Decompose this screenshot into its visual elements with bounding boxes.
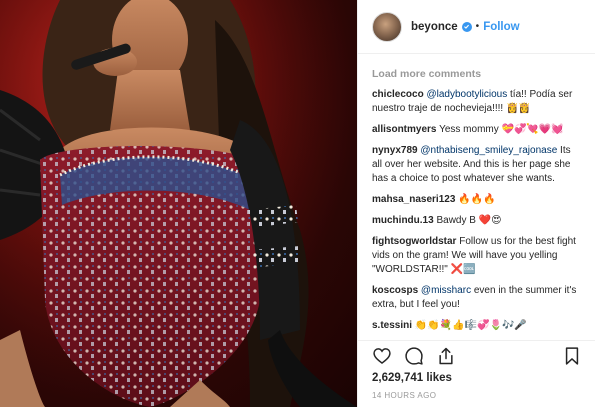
comment-text: Bawdy B — [433, 215, 479, 226]
comment-item: chiclecoco @ladybootylicious tía!! Podía… — [372, 88, 581, 116]
comment-mention[interactable]: @missharc — [421, 285, 471, 296]
comment-emoji: 🔥🔥🔥 — [458, 194, 496, 205]
comments-list: Load more comments chiclecoco @ladybooty… — [358, 54, 595, 339]
header-separator: • — [475, 21, 480, 32]
comment-emoji: ❌🆒 — [450, 264, 476, 275]
comment-mention[interactable]: @nthabiseng_smiley_rajonase — [420, 145, 557, 156]
comment-username[interactable]: s.tessini — [372, 320, 412, 331]
comment-emoji: 👸👸 — [505, 103, 531, 114]
comment-username[interactable]: nynyx789 — [372, 145, 418, 156]
comment-emoji: 💝💞💘💗💓 — [501, 124, 564, 135]
post-actions-bar — [358, 340, 595, 370]
comment-emoji: 👏👏💐👍🎼💞🌷🎶🎤 — [414, 320, 527, 331]
comment-item: s.tessini 👏👏💐👍🎼💞🌷🎶🎤 — [372, 319, 581, 333]
post-author-username[interactable]: beyonce — [411, 21, 458, 33]
comment-text: Yess mommy — [436, 124, 502, 135]
comment-item: fightsogworldstar Follow us for the best… — [372, 235, 581, 277]
likes-count[interactable]: 2,629,741 likes — [372, 372, 452, 384]
heart-icon[interactable] — [372, 346, 392, 366]
comment-item: mahsa_naseri123 🔥🔥🔥 — [372, 193, 581, 207]
comment-icon[interactable] — [404, 346, 424, 366]
follow-button[interactable]: Follow — [483, 21, 519, 33]
comment-item: koscosps @missharc even in the summer it… — [372, 284, 581, 312]
post-photo[interactable] — [0, 0, 357, 407]
comment-username[interactable]: muchindu.13 — [372, 215, 434, 226]
post-header: beyonce • Follow — [358, 0, 595, 54]
comment-item: nynyx789 @nthabiseng_smiley_rajonase Its… — [372, 144, 581, 186]
comment-username[interactable]: chiclecoco — [372, 89, 424, 100]
comment-item: allisontmyers Yess mommy 💝💞💘💗💓 — [372, 123, 581, 137]
comment-username[interactable]: mahsa_naseri123 — [372, 194, 455, 205]
load-more-comments-button[interactable]: Load more comments — [372, 68, 581, 80]
comment-username[interactable]: fightsogworldstar — [372, 236, 456, 247]
bookmark-icon[interactable] — [562, 346, 582, 366]
verified-badge-icon — [461, 21, 472, 32]
comment-item: muchindu.13 Bawdy B ❤️😍 — [372, 214, 581, 228]
comment-username[interactable]: koscosps — [372, 285, 418, 296]
comment-mention[interactable]: @ladybootylicious — [426, 89, 507, 100]
post-side-panel: beyonce • Follow Load more comments chic… — [357, 0, 595, 407]
comment-username[interactable]: allisontmyers — [372, 124, 436, 135]
profile-avatar[interactable] — [372, 11, 402, 42]
share-icon[interactable] — [436, 346, 456, 366]
performer-illustration — [0, 0, 357, 407]
comment-emoji: ❤️😍 — [478, 215, 502, 226]
post-timestamp[interactable]: 14 HOURS AGO — [372, 391, 436, 400]
